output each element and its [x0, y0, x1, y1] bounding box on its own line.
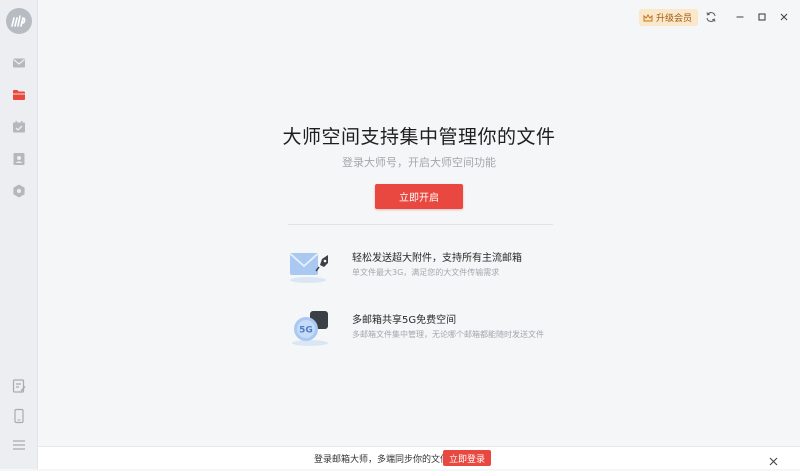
login-prompt-bar: 登录邮箱大师，多端同步你的文件 立即登录: [38, 446, 800, 469]
feature-title: 轻松发送超大附件，支持所有主流邮箱: [352, 253, 522, 264]
refresh-icon: [706, 12, 716, 22]
page-title: 大师空间支持集中管理你的文件: [282, 126, 556, 148]
dismiss-bar-button[interactable]: [768, 452, 779, 466]
folder-icon: [13, 90, 25, 100]
sidebar-item-contacts[interactable]: [11, 151, 27, 167]
upgrade-label: 升级会员: [655, 14, 692, 24]
5g-badge-text: 5G: [299, 326, 313, 336]
hexagon-icon: [13, 184, 25, 198]
sidebar-item-notes[interactable]: [11, 378, 27, 394]
sidebar-item-calendar[interactable]: [11, 119, 27, 135]
mail-rocket-icon: [286, 245, 336, 285]
sidebar-item-mail[interactable]: [11, 55, 27, 71]
cloud-5g-icon: 5G: [286, 307, 336, 347]
phone-icon: [14, 408, 24, 424]
login-prompt-text: 登录邮箱大师，多端同步你的文件: [314, 455, 450, 465]
feature-desc: 多邮箱文件集中管理，无论哪个邮箱都能随时发送文件: [352, 330, 544, 339]
crown-icon: [643, 13, 653, 21]
sidebar-item-files[interactable]: [11, 87, 27, 103]
feature-shared-space: 5G 多邮箱共享5G免费空间 多邮箱文件集中管理，无论哪个邮箱都能随时发送文件: [286, 307, 586, 347]
minimize-icon: [736, 16, 744, 18]
close-button[interactable]: [777, 10, 791, 24]
feature-title: 多邮箱共享5G免费空间: [352, 315, 457, 326]
feature-desc: 单文件最大3G，满足您的大文件传输需求: [352, 268, 500, 277]
calendar-check-icon: [13, 121, 25, 133]
app-logo[interactable]: [6, 8, 32, 34]
feature-large-attachment: 轻松发送超大附件，支持所有主流邮箱 单文件最大3G，满足您的大文件传输需求: [286, 245, 586, 285]
divider: [288, 224, 553, 225]
upgrade-vip-button[interactable]: 升级会员: [638, 9, 698, 26]
title-bar: 升级会员: [38, 0, 800, 34]
maximize-icon: [758, 13, 766, 21]
sidebar: [0, 0, 38, 469]
maximize-button[interactable]: [755, 10, 769, 24]
page-subtitle: 登录大师号，开启大师空间功能: [342, 156, 496, 169]
sidebar-item-apps[interactable]: [11, 183, 27, 199]
mail-icon: [13, 58, 25, 68]
close-icon: [769, 457, 778, 466]
close-icon: [780, 13, 788, 21]
enable-now-button[interactable]: 立即开启: [375, 184, 463, 209]
contact-icon: [13, 153, 25, 165]
minimize-button[interactable]: [733, 10, 747, 24]
main-panel: 大师空间支持集中管理你的文件 登录大师号，开启大师空间功能 立即开启 轻松发送超…: [38, 34, 800, 447]
logo-mark-icon: [11, 15, 26, 27]
refresh-button[interactable]: [704, 10, 718, 24]
sidebar-menu-button[interactable]: [11, 437, 27, 453]
edit-note-icon: [12, 379, 26, 393]
sidebar-item-mobile[interactable]: [11, 408, 27, 424]
login-now-button[interactable]: 立即登录: [443, 450, 491, 466]
menu-icon: [13, 440, 25, 450]
